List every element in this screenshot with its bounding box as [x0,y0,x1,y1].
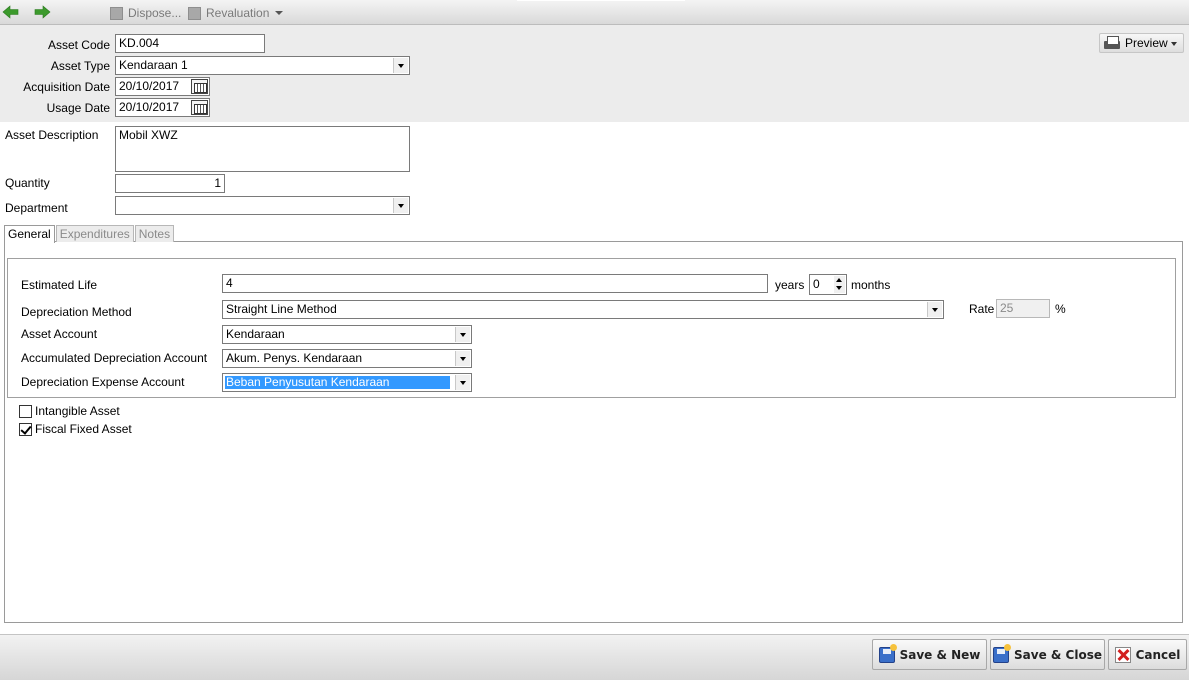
asset-description-label: Asset Description [5,128,99,142]
department-select[interactable] [115,196,410,215]
cancel-button[interactable]: Cancel [1108,639,1187,670]
chevron-down-icon[interactable] [393,58,408,73]
preview-label: Preview [1125,36,1168,50]
rate-label: Rate [969,302,995,316]
asset-account-select[interactable]: Kendaraan [222,325,472,344]
tab-notes[interactable]: Notes [134,225,175,242]
tab-expenditures[interactable]: Expenditures [55,225,134,242]
months-stepper[interactable]: 0 [809,274,847,295]
acquisition-date-value: 20/10/2017 [119,79,180,93]
cancel-label: Cancel [1135,647,1181,662]
estimated-life-input[interactable]: 4 [222,274,768,293]
printer-icon [1104,36,1120,50]
accumulated-depreciation-select[interactable]: Akum. Penys. Kendaraan [222,349,472,368]
tab-general[interactable]: General [4,225,55,243]
months-value: 0 [813,277,820,291]
depreciation-expense-select[interactable]: Beban Penyusutan Kendaraan [222,373,472,392]
toolbar: Dispose... Revaluation [0,0,1189,25]
usage-date-label: Usage Date [46,101,110,115]
dispose-label: Dispose... [128,6,182,20]
save-close-label: Save & Close [1014,647,1102,662]
depreciation-expense-label: Depreciation Expense Account [21,375,185,389]
asset-account-label: Asset Account [21,327,98,341]
intangible-asset-checkbox[interactable] [19,405,32,418]
asset-code-input[interactable]: KD.004 [115,34,265,53]
close-icon [1114,646,1131,663]
chevron-down-icon[interactable] [393,198,408,213]
arrow-left-icon[interactable] [2,4,20,20]
accumulated-depreciation-value: Akum. Penys. Kendaraan [226,351,363,365]
save-close-button[interactable]: Save & Close [990,639,1105,670]
rate-unit-label: % [1055,302,1066,316]
save-new-button[interactable]: Save & New [872,639,987,670]
fiscal-fixed-asset-checkbox[interactable] [19,423,32,436]
years-label: years [775,278,805,292]
dispose-icon [110,6,123,20]
asset-description-textarea[interactable]: Mobil XWZ [115,126,410,172]
intangible-asset-label: Intangible Asset [35,404,120,418]
fiscal-fixed-asset-label: Fiscal Fixed Asset [35,422,132,436]
calendar-icon[interactable] [191,100,208,115]
save-icon [878,643,897,663]
department-label: Department [5,201,68,215]
tab-strip: General Expenditures Notes [4,225,175,243]
depreciation-method-value: Straight Line Method [226,302,337,316]
chevron-down-icon[interactable] [455,351,470,366]
quantity-label: Quantity [5,176,50,190]
revaluation-label: Revaluation [206,6,270,20]
dispose-button[interactable]: Dispose... [110,5,181,21]
revaluation-icon [188,6,201,20]
chevron-down-icon[interactable] [455,375,470,390]
quantity-input[interactable]: 1 [115,174,225,193]
save-icon [993,643,1012,663]
asset-account-value: Kendaraan [226,327,285,341]
rate-input: 25 [996,299,1050,318]
asset-type-label: Asset Type [50,59,110,73]
estimated-life-label: Estimated Life [21,278,98,292]
acquisition-date-label: Acquisition Date [23,80,110,94]
depreciation-method-label: Depreciation Method [21,305,132,319]
save-new-label: Save & New [899,647,981,662]
chevron-down-icon[interactable] [927,302,942,317]
tab-strip-divider [517,0,685,1]
asset-type-select[interactable]: Kendaraan 1 [115,56,410,75]
asset-type-value: Kendaraan 1 [119,58,188,72]
usage-date-value: 20/10/2017 [119,100,180,114]
depreciation-expense-value: Beban Penyusutan Kendaraan [225,376,450,389]
depreciation-method-select[interactable]: Straight Line Method [222,300,944,319]
months-label: months [851,278,891,292]
chevron-down-icon[interactable] [275,11,283,15]
chevron-down-icon[interactable] [1171,42,1177,46]
acquisition-date-input[interactable]: 20/10/2017 [115,77,210,96]
usage-date-input[interactable]: 20/10/2017 [115,98,210,117]
accumulated-depreciation-label: Accumulated Depreciation Account [21,351,208,365]
preview-button[interactable]: Preview [1099,33,1184,53]
chevron-down-icon[interactable] [455,327,470,342]
revaluation-button[interactable]: Revaluation [188,5,269,21]
arrow-right-icon[interactable] [33,4,51,20]
chevron-down-icon[interactable] [834,284,845,293]
calendar-icon[interactable] [191,79,208,94]
asset-code-label: Asset Code [47,38,110,52]
